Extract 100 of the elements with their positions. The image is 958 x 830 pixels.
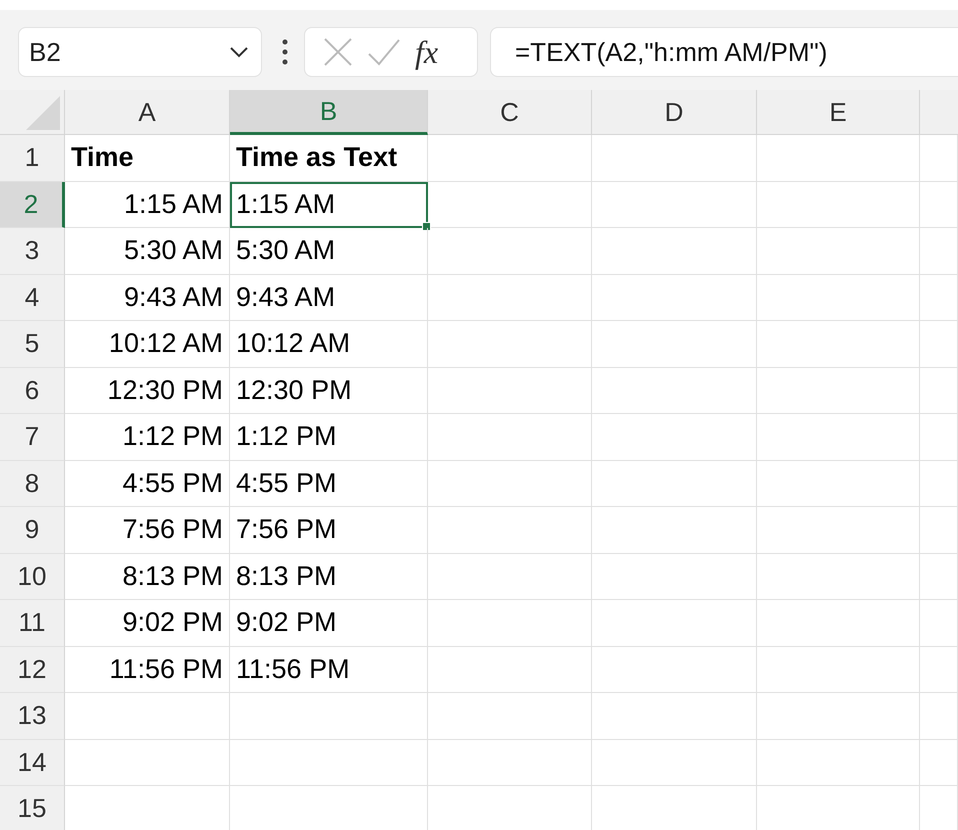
table-cell[interactable]: 11:56 PM bbox=[230, 646, 428, 693]
empty-cell[interactable] bbox=[428, 135, 592, 182]
row-header[interactable]: 12 bbox=[0, 646, 65, 693]
empty-cell[interactable] bbox=[428, 646, 592, 693]
empty-cell[interactable] bbox=[757, 460, 920, 507]
empty-cell[interactable] bbox=[592, 414, 757, 460]
table-cell[interactable]: 12:30 PM bbox=[230, 368, 428, 414]
empty-cell[interactable] bbox=[592, 740, 757, 786]
row-header[interactable]: 11 bbox=[0, 600, 65, 646]
empty-cell[interactable] bbox=[757, 507, 920, 554]
empty-cell[interactable] bbox=[592, 321, 757, 368]
table-cell[interactable]: 1:12 PM bbox=[230, 414, 428, 460]
table-cell[interactable]: 9:43 AM bbox=[230, 274, 428, 321]
empty-cell[interactable] bbox=[920, 182, 958, 228]
row-header[interactable]: 13 bbox=[0, 693, 65, 740]
empty-cell[interactable] bbox=[757, 182, 920, 228]
empty-cell[interactable] bbox=[592, 507, 757, 554]
row-header[interactable]: 8 bbox=[0, 460, 65, 507]
empty-cell[interactable] bbox=[428, 554, 592, 600]
empty-cell[interactable] bbox=[757, 228, 920, 274]
table-cell[interactable]: Time as Text bbox=[230, 135, 428, 182]
empty-cell[interactable] bbox=[920, 600, 958, 646]
row-header[interactable]: 9 bbox=[0, 507, 65, 554]
empty-cell[interactable] bbox=[757, 274, 920, 321]
formula-field[interactable]: =TEXT(A2,"h:mm AM/PM") bbox=[490, 27, 958, 77]
more-options-icon[interactable] bbox=[282, 39, 288, 65]
empty-cell[interactable] bbox=[920, 321, 958, 368]
empty-cell[interactable] bbox=[428, 740, 592, 786]
empty-cell[interactable] bbox=[920, 693, 958, 740]
table-cell[interactable]: 7:56 PM bbox=[65, 507, 230, 554]
name-box[interactable]: B2 bbox=[18, 27, 262, 77]
empty-cell[interactable] bbox=[920, 274, 958, 321]
empty-cell[interactable] bbox=[592, 554, 757, 600]
empty-cell[interactable] bbox=[428, 228, 592, 274]
column-header[interactable]: C bbox=[428, 90, 592, 135]
table-cell[interactable]: 7:56 PM bbox=[230, 507, 428, 554]
table-cell[interactable]: 9:43 AM bbox=[65, 274, 230, 321]
check-icon[interactable] bbox=[367, 38, 401, 66]
table-cell[interactable]: 1:15 AM bbox=[65, 182, 230, 228]
empty-cell[interactable] bbox=[592, 228, 757, 274]
empty-cell[interactable] bbox=[757, 321, 920, 368]
empty-cell[interactable] bbox=[757, 554, 920, 600]
empty-cell[interactable] bbox=[757, 693, 920, 740]
empty-cell[interactable] bbox=[428, 693, 592, 740]
empty-cell[interactable] bbox=[757, 740, 920, 786]
empty-cell[interactable] bbox=[428, 600, 592, 646]
empty-cell[interactable] bbox=[757, 414, 920, 460]
empty-cell[interactable] bbox=[757, 600, 920, 646]
table-cell[interactable]: 8:13 PM bbox=[65, 554, 230, 600]
table-cell[interactable]: 12:30 PM bbox=[65, 368, 230, 414]
empty-cell[interactable] bbox=[920, 507, 958, 554]
empty-cell[interactable] bbox=[592, 460, 757, 507]
row-header[interactable]: 7 bbox=[0, 414, 65, 460]
table-cell[interactable]: 4:55 PM bbox=[65, 460, 230, 507]
table-cell[interactable]: 9:02 PM bbox=[65, 600, 230, 646]
row-header[interactable]: 10 bbox=[0, 554, 65, 600]
empty-cell[interactable] bbox=[428, 321, 592, 368]
column-header[interactable]: D bbox=[592, 90, 757, 135]
empty-cell[interactable] bbox=[592, 368, 757, 414]
empty-cell[interactable] bbox=[230, 740, 428, 786]
empty-cell[interactable] bbox=[920, 228, 958, 274]
row-header[interactable]: 4 bbox=[0, 274, 65, 321]
empty-cell[interactable] bbox=[920, 740, 958, 786]
column-header[interactable]: B bbox=[230, 90, 428, 135]
empty-cell[interactable] bbox=[757, 135, 920, 182]
row-header[interactable]: 3 bbox=[0, 228, 65, 274]
table-cell[interactable]: Time bbox=[65, 135, 230, 182]
empty-cell[interactable] bbox=[230, 693, 428, 740]
row-header[interactable]: 2 bbox=[0, 182, 65, 228]
empty-cell[interactable] bbox=[920, 646, 958, 693]
select-all-button[interactable] bbox=[0, 90, 65, 135]
column-header[interactable]: A bbox=[65, 90, 230, 135]
empty-cell[interactable] bbox=[592, 693, 757, 740]
empty-cell[interactable] bbox=[592, 646, 757, 693]
empty-cell[interactable] bbox=[592, 600, 757, 646]
fill-handle[interactable] bbox=[422, 222, 431, 231]
row-header[interactable]: 14 bbox=[0, 740, 65, 786]
chevron-down-icon[interactable] bbox=[229, 46, 249, 58]
row-header[interactable]: 6 bbox=[0, 368, 65, 414]
table-cell[interactable]: 9:02 PM bbox=[230, 600, 428, 646]
table-cell[interactable]: 10:12 AM bbox=[230, 321, 428, 368]
empty-cell[interactable] bbox=[920, 460, 958, 507]
empty-cell[interactable] bbox=[428, 460, 592, 507]
empty-cell[interactable] bbox=[920, 368, 958, 414]
column-header[interactable]: E bbox=[757, 90, 920, 135]
empty-cell[interactable] bbox=[428, 274, 592, 321]
insert-function-button[interactable]: fx bbox=[415, 34, 438, 70]
empty-cell[interactable] bbox=[428, 182, 592, 228]
empty-cell[interactable] bbox=[592, 182, 757, 228]
row-header[interactable]: 15 bbox=[0, 786, 65, 830]
table-cell[interactable]: 10:12 AM bbox=[65, 321, 230, 368]
empty-cell[interactable] bbox=[428, 414, 592, 460]
cancel-icon[interactable] bbox=[323, 37, 353, 67]
table-cell[interactable]: 5:30 AM bbox=[65, 228, 230, 274]
empty-cell[interactable] bbox=[920, 554, 958, 600]
table-cell[interactable]: 8:13 PM bbox=[230, 554, 428, 600]
empty-cell[interactable] bbox=[757, 646, 920, 693]
table-cell[interactable]: 11:56 PM bbox=[65, 646, 230, 693]
empty-cell[interactable] bbox=[592, 135, 757, 182]
row-header[interactable]: 5 bbox=[0, 321, 65, 368]
